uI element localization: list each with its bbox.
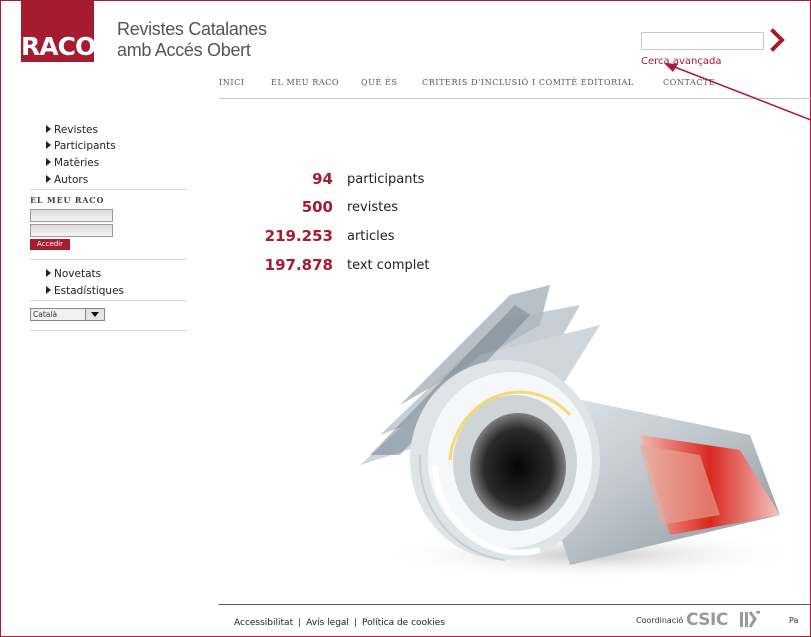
nav-inici[interactable]: INICI xyxy=(219,78,245,87)
stat-text-complet: 197.878 text complet xyxy=(200,256,600,276)
footer-truncated-text: Pa xyxy=(789,616,799,625)
sidebar-item-participants[interactable]: Participants xyxy=(46,140,116,152)
stat-participants: 94 participants xyxy=(200,170,600,190)
site-title: Revistes Catalanes amb Accés Obert xyxy=(117,19,267,61)
triangle-right-icon xyxy=(46,158,51,166)
stat-label: text complet xyxy=(347,258,430,273)
raco-logo[interactable]: RACO xyxy=(21,0,96,62)
sidebar-divider xyxy=(30,189,187,190)
nav-el-meu-raco[interactable]: EL MEU RACO xyxy=(271,78,339,87)
stat-label: participants xyxy=(347,172,425,187)
stat-value: 94 xyxy=(312,170,333,188)
password-field[interactable] xyxy=(30,224,113,237)
triangle-right-icon xyxy=(46,141,51,149)
logo-text: RACO xyxy=(21,32,96,61)
library-logo-icon[interactable] xyxy=(739,611,761,628)
csic-logo[interactable]: CSIC xyxy=(686,610,728,630)
site-title-line1: Revistes Catalanes xyxy=(117,19,267,39)
stat-value: 500 xyxy=(301,198,333,216)
chevron-down-icon[interactable] xyxy=(85,309,104,320)
triangle-right-icon xyxy=(46,125,51,133)
triangle-right-icon xyxy=(46,286,51,294)
stat-label: revistes xyxy=(347,200,399,215)
annotation-arrow xyxy=(664,63,811,121)
link-accessibilitat[interactable]: Accessibilitat xyxy=(234,618,293,628)
sidebar-item-materies[interactable]: Matèries xyxy=(46,157,99,169)
stat-value: 197.878 xyxy=(264,256,333,274)
chevron-right-icon[interactable] xyxy=(768,28,788,52)
stat-label: articles xyxy=(347,229,395,244)
triangle-right-icon xyxy=(46,269,51,277)
nav-que-es[interactable]: QUÈ ÉS xyxy=(361,78,398,87)
sidebar-item-revistes[interactable]: Revistes xyxy=(46,124,98,136)
sidebar-divider xyxy=(30,259,187,260)
separator: | xyxy=(298,618,302,628)
link-avis-legal[interactable]: Avís legal xyxy=(306,618,349,628)
triangle-right-icon xyxy=(46,175,51,183)
site-title-line2: amb Accés Obert xyxy=(117,40,251,60)
login-heading: EL MEU RACO xyxy=(30,195,105,205)
link-politica-cookies[interactable]: Política de cookies xyxy=(362,618,445,628)
language-selected: Català xyxy=(33,310,58,319)
language-select[interactable]: Català xyxy=(30,308,105,321)
coordination-label: Coordinació xyxy=(636,616,684,625)
footer-links: Accessibilitat | Avís legal | Política de co… xyxy=(234,618,445,628)
nav-criteris[interactable]: CRITERIS D'INCLUSIÓ I COMITÈ EDITORIAL xyxy=(422,78,634,87)
search-input[interactable] xyxy=(641,32,764,50)
sidebar-item-autors[interactable]: Autors xyxy=(46,174,88,186)
sidebar-divider xyxy=(30,300,187,301)
sidebar-item-novetats[interactable]: Novetats xyxy=(46,268,101,280)
sidebar-divider xyxy=(30,330,187,331)
rolled-magazine-image xyxy=(360,285,790,580)
login-button[interactable]: Accedir xyxy=(30,239,70,250)
footer-divider xyxy=(219,604,811,605)
stat-value: 219.253 xyxy=(264,227,333,245)
sidebar-item-estadistiques[interactable]: Estadístiques xyxy=(46,285,124,297)
stat-revistes: 500 revistes xyxy=(200,198,600,218)
username-field[interactable] xyxy=(30,209,113,222)
separator: | xyxy=(353,618,357,628)
stat-articles: 219.253 articles xyxy=(200,227,600,247)
